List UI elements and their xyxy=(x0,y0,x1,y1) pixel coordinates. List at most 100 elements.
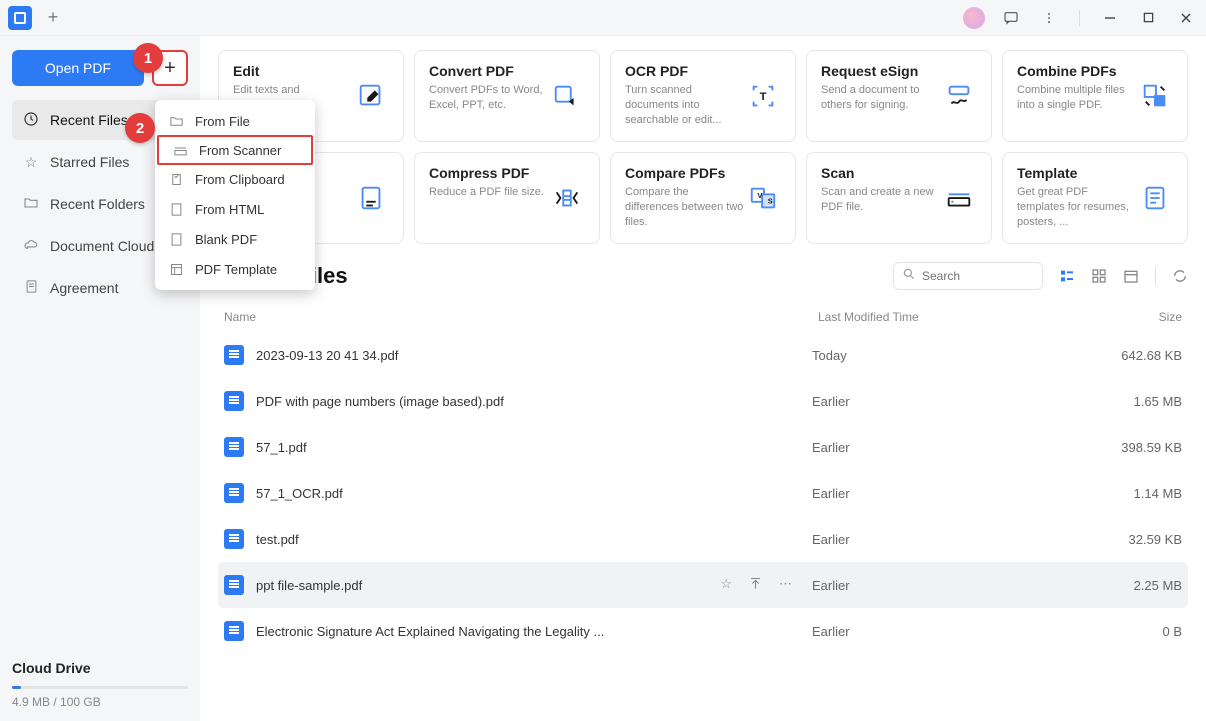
kebab-menu-icon[interactable] xyxy=(1037,6,1061,30)
file-list: 2023-09-13 20 41 34.pdf ☆ ⋯ Today 642.68… xyxy=(218,332,1188,654)
file-row[interactable]: PDF with page numbers (image based).pdf … xyxy=(218,378,1188,424)
star-icon: ☆ xyxy=(22,154,40,171)
file-time: Earlier xyxy=(812,440,1072,455)
dd-blank-pdf[interactable]: Blank PDF xyxy=(155,224,315,254)
file-name: PDF with page numbers (image based).pdf xyxy=(256,394,812,409)
callout-badge-1: 1 xyxy=(133,43,163,73)
view-list-button[interactable] xyxy=(1059,268,1075,284)
file-time: Today xyxy=(812,348,1072,363)
card-desc: Combine multiple files into a single PDF… xyxy=(1017,83,1137,113)
window-minimize-button[interactable] xyxy=(1098,6,1122,30)
folder-icon xyxy=(169,114,185,129)
pdf-file-icon xyxy=(224,529,244,549)
dd-from-scanner[interactable]: From Scanner xyxy=(157,135,313,165)
file-size: 1.65 MB xyxy=(1072,394,1182,409)
refresh-button[interactable] xyxy=(1172,268,1188,284)
file-row[interactable]: Electronic Signature Act Explained Navig… xyxy=(218,608,1188,654)
card-desc: Compare the differences between two file… xyxy=(625,185,745,230)
file-row[interactable]: ppt file-sample.pdf ☆ ⋯ Earlier 2.25 MB xyxy=(218,562,1188,608)
quick-action-cards: EditEdit texts and Convert PDFConvert PD… xyxy=(218,50,1188,244)
card-esign[interactable]: Request eSignSend a document to others f… xyxy=(806,50,992,142)
folder-icon xyxy=(22,195,40,214)
sidebar-item-label: Recent Files xyxy=(50,112,128,128)
col-size: Size xyxy=(1078,310,1188,324)
cloud-drive-title: Cloud Drive xyxy=(12,660,188,676)
file-name: Electronic Signature Act Explained Navig… xyxy=(256,624,812,639)
dd-from-clipboard[interactable]: From Clipboard xyxy=(155,164,315,194)
card-convert[interactable]: Convert PDFConvert PDFs to Word, Excel, … xyxy=(414,50,600,142)
file-name: test.pdf xyxy=(256,532,812,547)
col-name: Name xyxy=(218,310,818,324)
card-ocr[interactable]: OCR PDF Turn scanned documents into searc… xyxy=(610,50,796,142)
esign-icon xyxy=(941,63,977,129)
cloud-icon xyxy=(22,237,40,256)
sidebar-item-label: Document Cloud xyxy=(50,238,154,254)
card-compress[interactable]: Compress PDFReduce a PDF file size. xyxy=(414,152,600,244)
recent-files-title: Recent Files xyxy=(218,263,893,289)
compare-icon: VS xyxy=(745,165,781,231)
card-desc: Scan and create a new PDF file. xyxy=(821,185,941,215)
page-icon xyxy=(353,165,389,231)
file-size: 32.59 KB xyxy=(1072,532,1182,547)
combine-icon xyxy=(1137,63,1173,129)
card-template[interactable]: TemplateGet great PDF templates for resu… xyxy=(1002,152,1188,244)
card-desc: Turn scanned documents into searchable o… xyxy=(625,83,745,128)
open-pdf-button[interactable]: Open PDF xyxy=(12,50,144,86)
pdf-file-icon xyxy=(224,575,244,595)
file-row[interactable]: 57_1.pdf ☆ ⋯ Earlier 398.59 KB xyxy=(218,424,1188,470)
callout-badge-2: 2 xyxy=(125,113,155,143)
svg-text:V: V xyxy=(757,191,762,200)
document-icon xyxy=(22,279,40,297)
dd-from-html[interactable]: From HTML xyxy=(155,194,315,224)
dd-label: Blank PDF xyxy=(195,232,257,247)
file-name: 2023-09-13 20 41 34.pdf xyxy=(256,348,812,363)
view-calendar-button[interactable] xyxy=(1123,268,1139,284)
window-close-button[interactable] xyxy=(1174,6,1198,30)
blank-icon xyxy=(169,232,185,247)
dd-pdf-template[interactable]: PDF Template xyxy=(155,254,315,284)
user-avatar-icon[interactable] xyxy=(963,7,985,29)
pdf-file-icon xyxy=(224,621,244,641)
card-desc: Reduce a PDF file size. xyxy=(429,185,549,200)
card-combine[interactable]: Combine PDFsCombine multiple files into … xyxy=(1002,50,1188,142)
file-name: ppt file-sample.pdf xyxy=(256,578,720,593)
star-icon[interactable]: ☆ xyxy=(720,576,732,594)
card-desc: Edit texts and xyxy=(233,83,353,98)
file-size: 1.14 MB xyxy=(1072,486,1182,501)
file-name: 57_1.pdf xyxy=(256,440,812,455)
file-row[interactable]: 2023-09-13 20 41 34.pdf ☆ ⋯ Today 642.68… xyxy=(218,332,1188,378)
file-time: Earlier xyxy=(812,532,1072,547)
file-row[interactable]: 57_1_OCR.pdf ☆ ⋯ Earlier 1.14 MB xyxy=(218,470,1188,516)
divider xyxy=(1155,267,1156,285)
search-box[interactable] xyxy=(893,262,1043,290)
card-title: Compare PDFs xyxy=(625,165,745,181)
pdf-file-icon xyxy=(224,391,244,411)
app-logo-icon xyxy=(8,6,32,30)
dd-from-file[interactable]: From File xyxy=(155,106,315,136)
upload-icon[interactable] xyxy=(748,576,763,594)
dd-label: From Clipboard xyxy=(195,172,285,187)
file-name: 57_1_OCR.pdf xyxy=(256,486,812,501)
dd-label: From File xyxy=(195,114,250,129)
pdf-file-icon xyxy=(224,437,244,457)
file-row[interactable]: test.pdf ☆ ⋯ Earlier 32.59 KB xyxy=(218,516,1188,562)
new-tab-button[interactable]: + xyxy=(40,5,66,31)
sidebar-item-label: Starred Files xyxy=(50,154,129,170)
view-grid-button[interactable] xyxy=(1091,268,1107,284)
dd-label: From Scanner xyxy=(199,143,281,158)
cloud-usage-text: 4.9 MB / 100 GB xyxy=(12,695,188,709)
more-icon[interactable]: ⋯ xyxy=(779,576,792,594)
titlebar: + xyxy=(0,0,1206,36)
search-input[interactable] xyxy=(922,269,1034,283)
card-compare[interactable]: Compare PDFs Compare the differences betw… xyxy=(610,152,796,244)
comment-icon[interactable] xyxy=(999,6,1023,30)
col-time: Last Modified Time xyxy=(818,310,1078,324)
file-time: Earlier xyxy=(812,486,1072,501)
card-title: OCR PDF xyxy=(625,63,745,79)
card-scan[interactable]: ScanScan and create a new PDF file. xyxy=(806,152,992,244)
card-desc: Send a document to others for signing. xyxy=(821,83,941,113)
convert-icon xyxy=(549,63,585,129)
compress-icon xyxy=(549,165,585,231)
window-maximize-button[interactable] xyxy=(1136,6,1160,30)
dd-label: From HTML xyxy=(195,202,264,217)
